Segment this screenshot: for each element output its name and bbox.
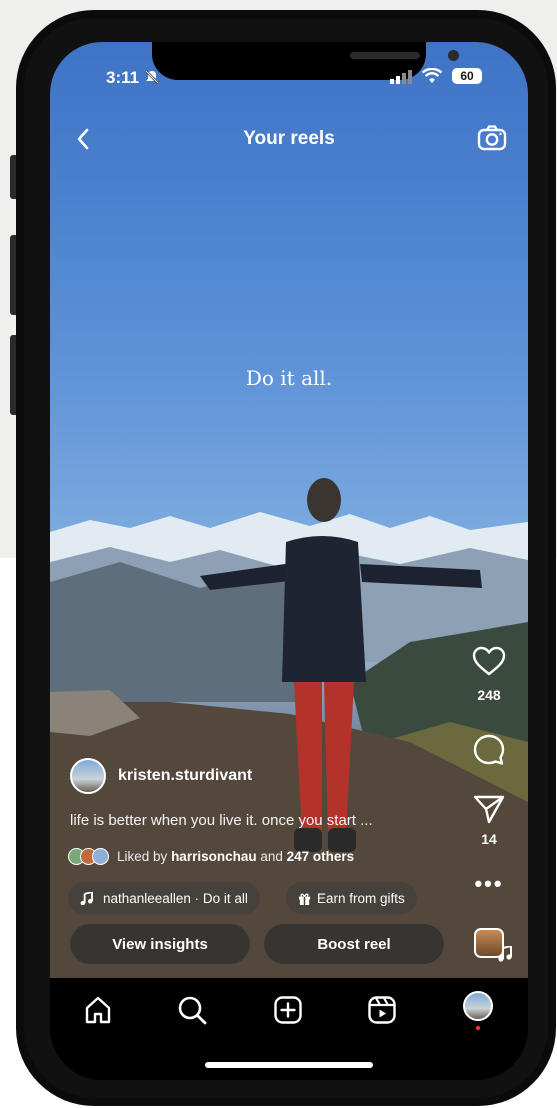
liked-by-row[interactable]: Liked by harrisonchau and 247 others: [68, 848, 354, 865]
share-count: 14: [481, 831, 497, 847]
earn-gifts-label: Earn from gifts: [317, 890, 405, 906]
comment-icon: [473, 734, 505, 765]
camera-button[interactable]: [474, 120, 510, 156]
battery-indicator: 60: [452, 68, 482, 84]
send-icon: [473, 795, 505, 824]
page-title: Your reels: [243, 128, 335, 149]
profile-avatar: [463, 990, 493, 1021]
speaker-grille: [350, 52, 420, 59]
liked-by-user[interactable]: harrisonchau: [171, 849, 257, 864]
jacket: [282, 536, 366, 682]
music-note-icon: [498, 946, 512, 962]
front-camera: [448, 50, 459, 61]
notification-dot: [476, 1025, 480, 1030]
tab-search[interactable]: [170, 988, 214, 1032]
camera-icon: [477, 125, 507, 151]
boost-reel-button[interactable]: Boost reel: [264, 924, 444, 964]
share-button[interactable]: 14: [462, 794, 516, 847]
reel-video[interactable]: [50, 42, 528, 978]
notch: [152, 42, 459, 80]
more-dots-icon: •••: [474, 871, 504, 896]
search-icon: [178, 996, 207, 1025]
bottom-tab-bar: [50, 978, 528, 1080]
wifi-icon: [421, 67, 443, 89]
silent-bell-icon: [144, 70, 159, 84]
tab-home[interactable]: [76, 988, 120, 1032]
liked-by-prefix: Liked by: [117, 849, 168, 864]
more-options-button[interactable]: •••: [462, 873, 516, 895]
author-row[interactable]: kristen.sturdivant: [70, 758, 252, 794]
video-overlay-text: Do it all.: [245, 366, 333, 390]
status-time: 3:11: [106, 68, 160, 88]
create-icon: [274, 996, 302, 1024]
tab-reels[interactable]: [360, 988, 404, 1032]
home-icon: [85, 996, 111, 1024]
audio-pill[interactable]: nathanleeallen · Do it all: [68, 882, 260, 914]
like-count: 248: [477, 687, 501, 703]
view-insights-button[interactable]: View insights: [70, 924, 250, 964]
audio-thumbnail[interactable]: [474, 928, 512, 962]
tab-profile[interactable]: [456, 988, 500, 1032]
author-username[interactable]: kristen.sturdivant: [118, 767, 252, 785]
earn-gifts-pill[interactable]: Earn from gifts: [286, 882, 417, 914]
author-avatar[interactable]: [70, 758, 106, 794]
heart-icon: [472, 646, 506, 676]
reel-caption[interactable]: life is better when you live it. once yo…: [70, 812, 373, 829]
comment-button[interactable]: [462, 733, 516, 770]
like-button[interactable]: 248: [462, 646, 516, 703]
liked-by-others[interactable]: 247 others: [287, 849, 355, 864]
video-scene: [50, 478, 528, 978]
phone-screen: 3:11 60 Your reels Do it all. 248 14 •••: [50, 42, 528, 1080]
tab-create[interactable]: [266, 988, 310, 1032]
audio-label: nathanleeallen · Do it all: [103, 890, 248, 906]
head-beanie: [307, 478, 341, 522]
signal-icon: [390, 70, 412, 89]
liked-by-suffix: and: [260, 849, 283, 864]
music-note-icon: [80, 891, 93, 905]
gift-icon: [298, 893, 311, 905]
liker-avatar: [92, 848, 109, 865]
home-indicator: [205, 1062, 373, 1068]
reels-icon: [368, 996, 396, 1024]
